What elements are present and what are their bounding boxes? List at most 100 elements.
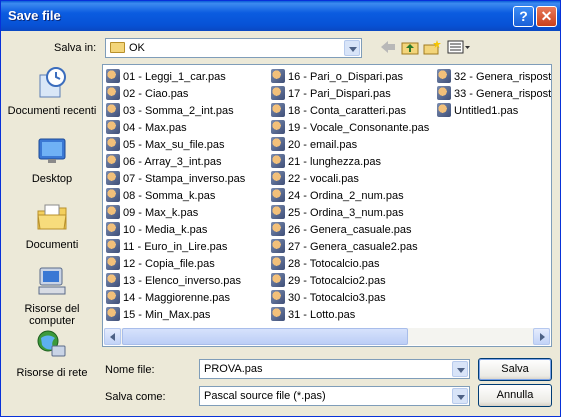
file-item[interactable]: 08 - Somma_k.pas — [106, 188, 245, 205]
pascal-file-icon — [271, 120, 285, 134]
filetype-select[interactable]: Pascal source file (*.pas) — [199, 386, 470, 406]
pascal-file-icon — [271, 290, 285, 304]
pascal-file-icon — [106, 154, 120, 168]
horizontal-scrollbar[interactable] — [104, 328, 550, 345]
file-name: 30 - Totocalcio3.pas — [288, 292, 386, 304]
look-in-select[interactable]: OK — [105, 38, 362, 58]
file-item[interactable]: 33 - Genera_risposte — [437, 86, 551, 103]
pascal-file-icon — [271, 256, 285, 270]
filetype-value: Pascal source file (*.pas) — [204, 390, 326, 402]
close-button[interactable]: ✕ — [536, 6, 557, 27]
pascal-file-icon — [106, 256, 120, 270]
scroll-left-button[interactable] — [104, 328, 121, 345]
file-column: 16 - Pari_o_Dispari.pas 17 - Pari_Dispari… — [271, 69, 429, 324]
file-item[interactable]: 17 - Pari_Dispari.pas — [271, 86, 429, 103]
file-item[interactable]: 29 - Totocalcio2.pas — [271, 273, 429, 290]
file-item[interactable]: 05 - Max_su_file.pas — [106, 137, 245, 154]
folder-icon — [110, 42, 125, 53]
pascal-file-icon — [271, 86, 285, 100]
file-item[interactable]: 32 - Genera_risposte — [437, 69, 551, 86]
pascal-file-icon — [106, 137, 120, 151]
file-name: 13 - Elenco_inverso.pas — [123, 275, 242, 287]
file-item[interactable]: 31 - Lotto.pas — [271, 307, 429, 324]
place-my-computer[interactable]: Risorse del computer — [7, 265, 97, 327]
filename-input[interactable]: PROVA.pas — [199, 359, 470, 379]
file-name: 09 - Max_k.pas — [123, 207, 199, 219]
file-name: 01 - Leggi_1_car.pas — [123, 71, 226, 83]
view-menu-icon[interactable] — [447, 39, 471, 55]
file-item[interactable]: 28 - Totocalcio.pas — [271, 256, 429, 273]
up-folder-icon[interactable] — [401, 39, 419, 55]
chevron-down-icon[interactable] — [344, 40, 360, 56]
close-icon: ✕ — [540, 8, 553, 24]
file-item[interactable]: 15 - Min_Max.pas — [106, 307, 245, 324]
file-name: 17 - Pari_Dispari.pas — [288, 88, 391, 100]
file-name: 26 - Genera_casuale.pas — [288, 224, 412, 236]
my-computer-icon — [38, 267, 66, 295]
cancel-button[interactable]: Annulla — [478, 384, 552, 407]
pascal-file-icon — [106, 239, 120, 253]
file-name: 20 - email.pas — [288, 139, 358, 151]
file-name: 06 - Array_3_int.pas — [123, 156, 222, 168]
file-item[interactable]: 12 - Copia_file.pas — [106, 256, 245, 273]
place-network[interactable]: Risorse di rete — [7, 329, 97, 379]
file-item[interactable]: 06 - Array_3_int.pas — [106, 154, 245, 171]
back-arrow-icon[interactable] — [379, 39, 397, 55]
current-folder: OK — [129, 42, 145, 54]
file-item[interactable]: 16 - Pari_o_Dispari.pas — [271, 69, 429, 86]
pascal-file-icon — [106, 86, 120, 100]
place-desktop[interactable]: Desktop — [7, 135, 97, 185]
file-item[interactable]: 10 - Media_k.pas — [106, 222, 245, 239]
file-name: 18 - Conta_caratteri.pas — [288, 105, 407, 117]
file-item[interactable]: 11 - Euro_in_Lire.pas — [106, 239, 245, 256]
file-item[interactable]: 07 - Stampa_inverso.pas — [106, 171, 245, 188]
filename-value[interactable]: PROVA.pas — [204, 363, 263, 375]
pascal-file-icon — [271, 154, 285, 168]
file-item[interactable]: Untitled1.pas — [437, 103, 551, 120]
help-button[interactable]: ? — [513, 6, 534, 27]
pascal-file-icon — [271, 103, 285, 117]
pascal-file-icon — [106, 290, 120, 304]
file-item[interactable]: 20 - email.pas — [271, 137, 429, 154]
scroll-right-button[interactable] — [533, 328, 550, 345]
file-name: 21 - lunghezza.pas — [288, 156, 381, 168]
file-name: 22 - vocali.pas — [288, 173, 359, 185]
pascal-file-icon — [271, 273, 285, 287]
pascal-file-icon — [106, 307, 120, 321]
file-name: 24 - Ordina_2_num.pas — [288, 190, 404, 202]
save-button[interactable]: Salva — [478, 358, 552, 381]
pascal-file-icon — [271, 239, 285, 253]
file-column: 32 - Genera_risposte 33 - Genera_risposte… — [437, 69, 551, 120]
file-item[interactable]: 02 - Ciao.pas — [106, 86, 245, 103]
file-item[interactable]: 27 - Genera_casuale2.pas — [271, 239, 429, 256]
place-label: Documenti — [25, 239, 79, 251]
file-item[interactable]: 09 - Max_k.pas — [106, 205, 245, 222]
place-label: Risorse del computer — [24, 303, 80, 327]
file-name: 07 - Stampa_inverso.pas — [123, 173, 246, 185]
file-item[interactable]: 21 - lunghezza.pas — [271, 154, 429, 171]
pascal-file-icon — [106, 171, 120, 185]
file-item[interactable]: 25 - Ordina_3_num.pas — [271, 205, 429, 222]
file-item[interactable]: 18 - Conta_caratteri.pas — [271, 103, 429, 120]
place-recent-documents[interactable]: Documenti recenti — [7, 67, 97, 117]
file-name: 14 - Maggiorenne.pas — [123, 292, 231, 304]
file-item[interactable]: 01 - Leggi_1_car.pas — [106, 69, 245, 86]
file-item[interactable]: 14 - Maggiorenne.pas — [106, 290, 245, 307]
file-list[interactable]: 01 - Leggi_1_car.pas 02 - Ciao.pas 03 - So… — [102, 64, 552, 347]
place-documents[interactable]: Documenti — [7, 201, 97, 251]
new-folder-icon[interactable] — [423, 39, 441, 55]
file-item[interactable]: 30 - Totocalcio3.pas — [271, 290, 429, 307]
file-item[interactable]: 24 - Ordina_2_num.pas — [271, 188, 429, 205]
title-bar[interactable]: Save file ? ✕ — [1, 1, 560, 31]
file-item[interactable]: 26 - Genera_casuale.pas — [271, 222, 429, 239]
file-item[interactable]: 13 - Elenco_inverso.pas — [106, 273, 245, 290]
file-item[interactable]: 04 - Max.pas — [106, 120, 245, 137]
chevron-down-icon[interactable] — [452, 361, 468, 377]
scroll-thumb[interactable] — [122, 328, 408, 345]
file-item[interactable]: 22 - vocali.pas — [271, 171, 429, 188]
file-item[interactable]: 03 - Somma_2_int.pas — [106, 103, 245, 120]
chevron-down-icon[interactable] — [452, 388, 468, 404]
pascal-file-icon — [437, 69, 451, 83]
look-in-label: Salva in: — [54, 42, 97, 54]
file-item[interactable]: 19 - Vocale_Consonante.pas — [271, 120, 429, 137]
